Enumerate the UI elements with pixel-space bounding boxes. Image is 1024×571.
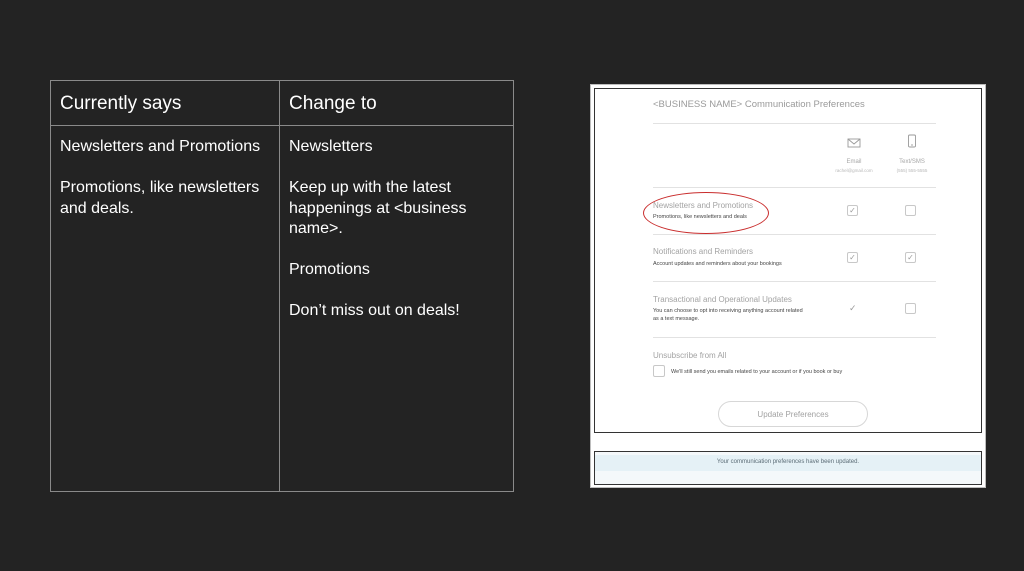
sms-checkbox-transactional[interactable]	[905, 303, 916, 314]
divider	[653, 123, 936, 124]
channel-email-address: rachel@gmail.com	[835, 168, 873, 173]
header-divider	[51, 125, 513, 126]
current-description: Promotions, like newsletters and deals.	[60, 179, 260, 217]
divider	[653, 337, 936, 338]
preferences-card: <BUSINESS NAME> Communication Preference…	[594, 88, 982, 433]
new-label-newsletters: Newsletters	[289, 138, 373, 155]
divider	[653, 187, 936, 188]
current-label: Newsletters and Promotions	[60, 138, 261, 155]
confirmation-banner: Your communication preferences have been…	[594, 451, 982, 485]
sms-checkbox-notifications[interactable]: ✓	[905, 252, 916, 263]
header-currently-says: Currently says	[60, 93, 182, 114]
phone-icon	[908, 134, 916, 148]
current-copy-column: Newsletters and Promotions Promotions, l…	[60, 137, 270, 240]
email-checkbox-newsletters[interactable]: ✓	[847, 205, 858, 216]
row-desc-newsletters: Promotions, like newsletters and deals	[653, 214, 747, 220]
email-checkbox-notifications[interactable]: ✓	[847, 252, 858, 263]
channel-phone-number: (555) 555-5555	[896, 168, 928, 173]
row-desc-notifications: Account updates and reminders about your…	[653, 261, 782, 267]
row-desc-transactional-line2: as a text message.	[653, 316, 700, 322]
unsubscribe-checkbox[interactable]	[653, 365, 665, 377]
header-change-to: Change to	[289, 93, 377, 114]
divider	[653, 281, 936, 282]
divider	[653, 234, 936, 235]
confirmation-text: Your communication preferences have been…	[716, 459, 860, 465]
preferences-title: <BUSINESS NAME> Communication Preference…	[653, 99, 865, 110]
update-preferences-button[interactable]: Update Preferences	[718, 401, 868, 427]
row-desc-transactional-line1: You can choose to opt into receiving any…	[653, 308, 803, 314]
row-title-transactional: Transactional and Operational Updates	[653, 295, 792, 304]
comparison-table: Currently says Change to Newsletters and…	[50, 80, 514, 492]
channel-label-email: Email	[846, 159, 862, 165]
new-desc-newsletters: Keep up with the latest happenings at <b…	[289, 179, 467, 237]
new-desc-promotions: Don’t miss out on deals!	[289, 302, 460, 319]
envelope-icon	[847, 138, 861, 148]
channel-label-sms: Text/SMS	[899, 159, 925, 165]
unsubscribe-description: We'll still send you emails related to y…	[671, 369, 843, 375]
new-label-promotions: Promotions	[289, 261, 370, 278]
row-title-newsletters: Newsletters and Promotions	[653, 201, 754, 210]
sms-checkbox-newsletters[interactable]	[905, 205, 916, 216]
new-copy-column: Newsletters Keep up with the latest happ…	[289, 137, 504, 342]
unsubscribe-title: Unsubscribe from All	[653, 351, 727, 360]
preferences-screenshot: <BUSINESS NAME> Communication Preference…	[590, 84, 986, 488]
row-title-notifications: Notifications and Reminders	[653, 247, 754, 256]
email-locked-check-transactional: ✓	[849, 303, 857, 313]
column-divider	[279, 81, 280, 491]
